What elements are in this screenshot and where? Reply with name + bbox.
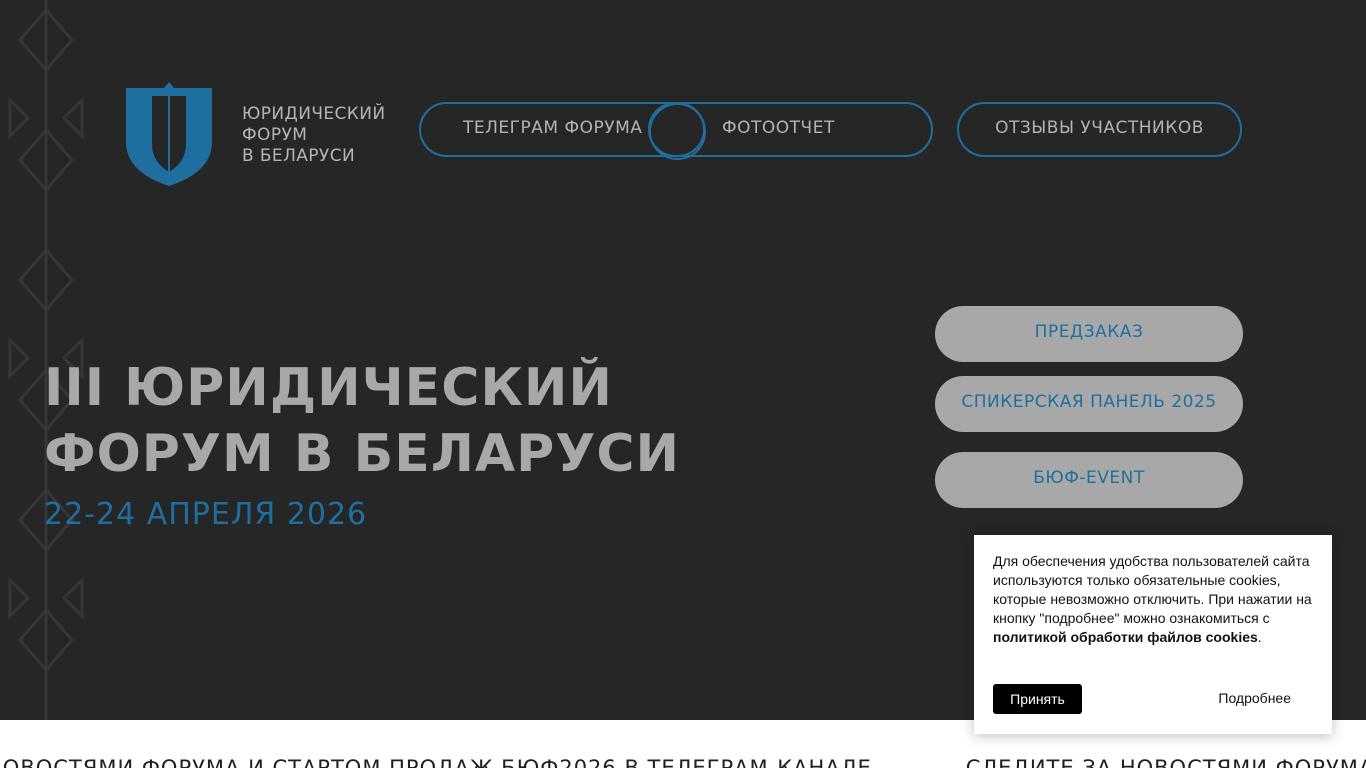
event-date: 22-24 АПРЕЛЯ 2026 bbox=[44, 497, 368, 532]
speaker-panel-button[interactable]: СПИКЕРСКАЯ ПАНЕЛЬ 2025 bbox=[935, 376, 1243, 432]
cookie-text-end: . bbox=[1257, 629, 1262, 645]
nav-photo-report-link[interactable]: ФОТООТЧЕТ bbox=[648, 102, 933, 160]
cookie-policy-link[interactable]: политикой обработки файлов cookies bbox=[993, 629, 1258, 645]
event-button[interactable]: БЮФ-EVENT bbox=[935, 452, 1243, 508]
cookie-message: Для обеспечения удобства пользователей с… bbox=[993, 552, 1313, 647]
nav-participant-reviews-link[interactable]: ОТЗЫВЫ УЧАСТНИКОВ bbox=[957, 102, 1242, 157]
cookie-banner: Для обеспечения удобства пользователей с… bbox=[974, 535, 1332, 734]
cookie-more-button[interactable]: Подробнее bbox=[1218, 690, 1291, 706]
logo-line-1: ЮРИДИЧЕСКИЙ bbox=[242, 103, 386, 124]
logo-text: ЮРИДИЧЕСКИЙ ФОРУМ В БЕЛАРУСИ bbox=[242, 104, 386, 167]
hero-title-line-1: III ЮРИДИЧЕСКИЙ bbox=[44, 358, 613, 418]
marquee-text-2: СЛЕДИТЕ ЗА НОВОСТЯМИ ФОРУМА И СТАРТОМ ПР… bbox=[965, 756, 1366, 768]
marquee-separator: — bbox=[907, 756, 930, 768]
cookie-text: Для обеспечения удобства пользователей с… bbox=[993, 553, 1312, 626]
logo-line-3: В БЕЛАРУСИ bbox=[242, 145, 356, 166]
site-logo[interactable]: ЮРИДИЧЕСКИЙ ФОРУМ В БЕЛАРУСИ bbox=[122, 82, 392, 188]
logo-line-2: ФОРУМ bbox=[242, 124, 308, 145]
marquee-text-1: НОВОСТЯМИ ФОРУМА И СТАРТОМ ПРОДАЖ БЮФ202… bbox=[0, 756, 872, 768]
forum-emblem-icon bbox=[126, 82, 212, 186]
marquee-track: НОВОСТЯМИ ФОРУМА И СТАРТОМ ПРОДАЖ БЮФ202… bbox=[0, 756, 1366, 768]
cookie-accept-button[interactable]: Принять bbox=[993, 684, 1082, 714]
hero-title-line-2: ФОРУМ В БЕЛАРУСИ bbox=[44, 424, 681, 484]
hero-title: III ЮРИДИЧЕСКИЙ ФОРУМ В БЕЛАРУСИ bbox=[44, 355, 684, 487]
preorder-button[interactable]: ПРЕДЗАКАЗ bbox=[935, 306, 1243, 362]
